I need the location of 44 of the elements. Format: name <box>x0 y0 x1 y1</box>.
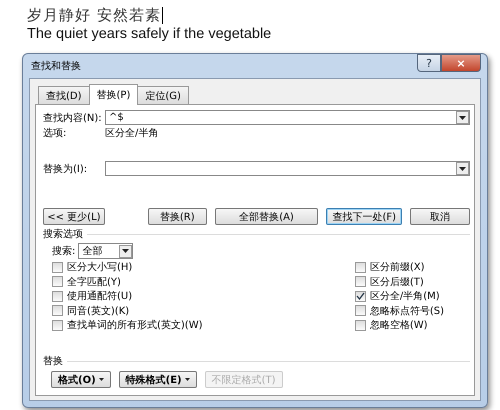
find-field[interactable]: ^$ <box>105 110 470 125</box>
replace-field[interactable] <box>105 161 470 176</box>
checkbox[interactable] <box>52 276 63 288</box>
dialog-button[interactable]: << 更少(L) <box>43 208 105 225</box>
dialog-button[interactable]: 全部替换(A) <box>214 208 318 225</box>
document-text: 岁月静好 安然若素 <box>27 6 161 24</box>
checkbox[interactable] <box>52 290 63 302</box>
checkbox-option[interactable]: 忽略空格(W) <box>354 318 444 332</box>
checkbox-option[interactable]: 区分大小写(H) <box>52 260 202 274</box>
checkbox-option[interactable]: 区分前缀(X) <box>354 260 444 274</box>
tab[interactable]: 查找(D) <box>38 86 90 104</box>
group-heading: 搜索选项 <box>43 228 83 241</box>
options-value: 区分全/半角 <box>105 126 158 140</box>
window-title: 查找和替换 <box>31 60 81 73</box>
checkbox[interactable] <box>52 320 63 331</box>
checkbox-option[interactable]: 忽略标点符号(S) <box>354 304 444 318</box>
checkbox-option[interactable]: 区分后缀(T) <box>354 274 444 289</box>
field-label: 搜索: <box>52 244 76 258</box>
format-button[interactable]: 特殊格式(E) <box>118 371 197 388</box>
checkbox-option[interactable]: 使用通配符(U) <box>52 289 202 304</box>
checkbox[interactable] <box>52 262 63 273</box>
help-button[interactable]: ? <box>417 54 441 72</box>
checkbox[interactable] <box>354 262 366 273</box>
tab[interactable]: 定位(G) <box>137 86 189 104</box>
checkbox-option[interactable]: 同音(英文)(K) <box>52 304 202 318</box>
field-label: 选项: <box>43 126 68 140</box>
tab[interactable]: 替换(P) <box>88 84 138 105</box>
field-label: 替换为(I): <box>43 162 88 176</box>
group-heading: 替换 <box>43 354 63 368</box>
checkbox-option[interactable]: 区分全/半角(M) <box>354 289 444 304</box>
checkbox-option[interactable]: 查找单词的所有形式(英文)(W) <box>52 318 202 332</box>
dialog-button[interactable]: 查找下一处(F) <box>326 208 402 225</box>
field-label: 查找内容(N): <box>43 112 103 124</box>
checkbox[interactable] <box>354 290 366 302</box>
checkbox-option[interactable]: 全字匹配(Y) <box>52 274 202 289</box>
checkbox[interactable] <box>354 305 366 316</box>
dialog-button[interactable]: 取消 <box>410 208 470 225</box>
checkbox[interactable] <box>354 320 366 331</box>
format-button[interactable]: 格式(O) <box>51 371 111 388</box>
scope-dropdown[interactable]: 全部 <box>78 243 134 259</box>
checkbox[interactable] <box>52 305 63 316</box>
checkbox[interactable] <box>354 276 366 288</box>
dialog-button[interactable]: 替换(R) <box>148 208 207 225</box>
document-text: The quiet years safely if the vegetable <box>27 26 272 42</box>
